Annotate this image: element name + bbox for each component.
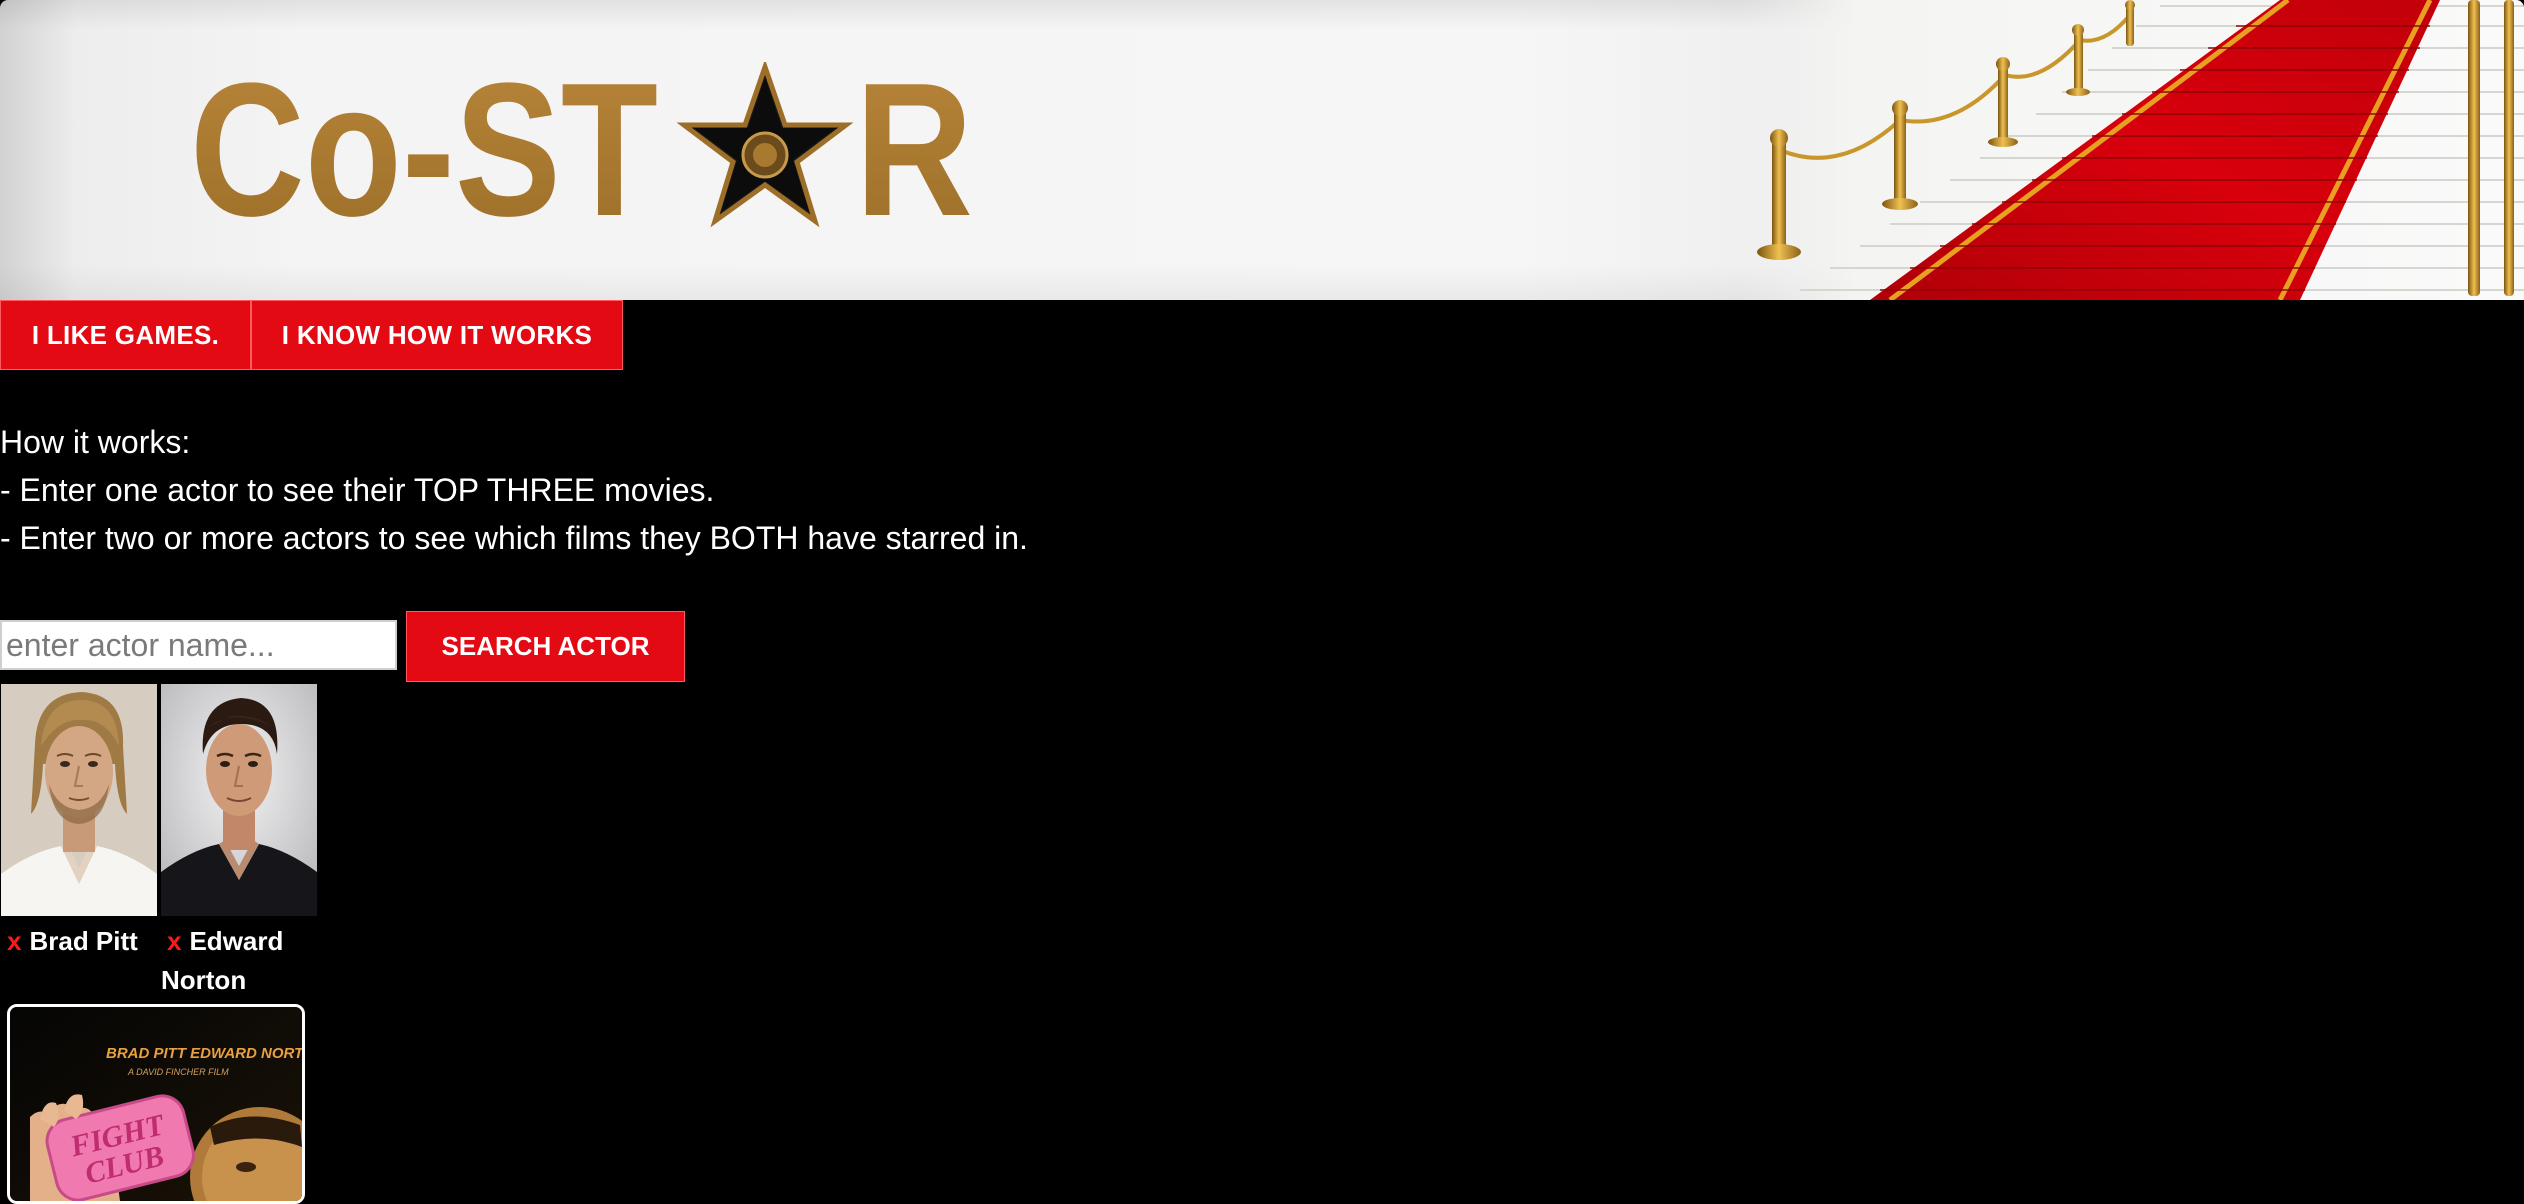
poster-subtitle: A DAVID FINCHER FILM bbox=[128, 1067, 229, 1077]
how-it-works-text: How it works: - Enter one actor to see t… bbox=[0, 418, 1028, 562]
actor-card: x Brad Pitt bbox=[1, 684, 157, 961]
search-actor-button[interactable]: SEARCH ACTOR bbox=[406, 611, 685, 682]
how-it-works-heading: How it works: bbox=[0, 424, 191, 460]
actor-name-text: Edward bbox=[189, 926, 284, 956]
instruction-line-two-actors: - Enter two or more actors to see which … bbox=[0, 520, 1028, 556]
actor-photo bbox=[161, 684, 317, 916]
svg-text:R: R bbox=[855, 62, 973, 232]
actor-card: x Edward Norton bbox=[161, 684, 317, 1000]
poster-credits: BRAD PITT EDWARD NORTON bbox=[106, 1045, 305, 1062]
remove-actor-button[interactable]: x bbox=[167, 926, 181, 956]
instruction-line-one-actor: - Enter one actor to see their TOP THREE… bbox=[0, 472, 715, 508]
movie-result-card[interactable]: FIGHT CLUB BRAD PITT EDWARD NORTON A DAV… bbox=[7, 1004, 305, 1204]
actor-name: x Edward Norton bbox=[161, 922, 317, 1000]
actor-photo bbox=[1, 684, 157, 916]
header-banner: Co-ST R bbox=[0, 0, 2524, 300]
actor-name-text-line2: Norton bbox=[161, 965, 247, 995]
co-star-logo[interactable]: Co-ST R bbox=[190, 62, 980, 232]
i-know-how-it-works-button[interactable]: I KNOW HOW IT WORKS bbox=[251, 300, 623, 370]
remove-actor-button[interactable]: x bbox=[7, 926, 21, 956]
svg-text:Co-ST: Co-ST bbox=[190, 62, 658, 232]
actor-name-text: Brad Pitt bbox=[29, 926, 138, 956]
i-like-games-button[interactable]: I LIKE GAMES. bbox=[0, 300, 251, 370]
actor-name: x Brad Pitt bbox=[1, 922, 157, 961]
top-nav: I LIKE GAMES. I KNOW HOW IT WORKS bbox=[0, 300, 623, 370]
actor-search-input[interactable] bbox=[0, 620, 397, 670]
red-carpet-stairs-image bbox=[1740, 0, 2524, 300]
